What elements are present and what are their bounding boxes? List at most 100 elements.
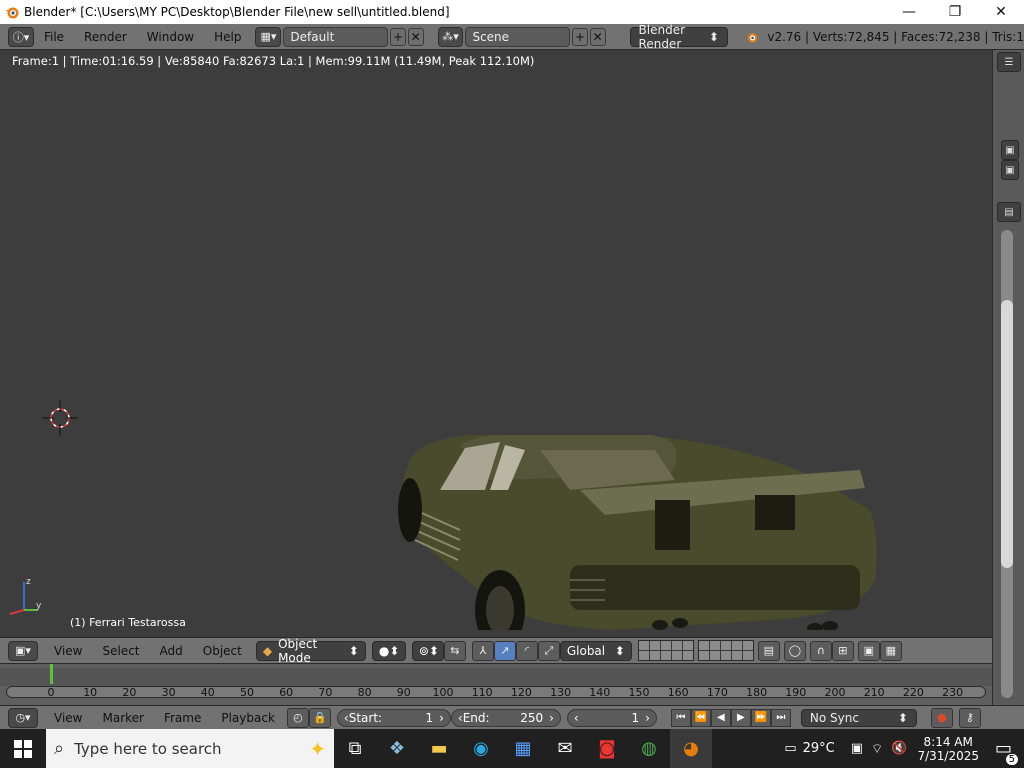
layout-name-field[interactable]: Default: [283, 26, 389, 47]
properties-scroll-thumb[interactable]: [1001, 300, 1013, 568]
taskbar-search-box[interactable]: ⌕ Type here to search ✦: [46, 729, 334, 768]
chrome-button[interactable]: ◍: [628, 729, 670, 768]
jump-end-button[interactable]: ⏭: [770, 708, 791, 727]
meet-icon[interactable]: ▣: [851, 741, 863, 756]
blender-logo-icon: [747, 32, 758, 43]
start-label: Start:: [348, 710, 383, 725]
object-cube-icon: ◆: [262, 643, 273, 658]
layers-grid-right[interactable]: [697, 640, 754, 661]
menu-window[interactable]: Window: [137, 30, 204, 44]
start-button[interactable]: [0, 729, 46, 768]
timeline-track[interactable]: [0, 668, 992, 686]
render-toggle[interactable]: ▣: [1001, 160, 1019, 180]
updown-arrow-icon: ⬍: [708, 29, 719, 44]
render-engine-dropdown[interactable]: Blender Render ⬍: [629, 23, 728, 51]
manipulator-toggle[interactable]: ⇆: [443, 640, 466, 661]
app-red-icon: ◙: [598, 738, 616, 759]
current-frame-marker[interactable]: [50, 664, 53, 684]
start-frame-field[interactable]: ‹ Start: 1 ›: [336, 708, 451, 727]
scale-manipulator-button[interactable]: ⤢: [537, 640, 560, 661]
preview-range-toggle[interactable]: ◴: [286, 707, 309, 728]
mail-button[interactable]: ✉: [544, 729, 586, 768]
timeline-editor-button[interactable]: ◷▾: [8, 707, 38, 728]
task-view-button[interactable]: ⧉: [334, 729, 376, 768]
weather-temp[interactable]: 29°C: [803, 741, 835, 756]
clock[interactable]: 8:14 AM 7/31/2025: [917, 735, 979, 763]
3d-viewport[interactable]: Frame:1 | Time:01:16.59 | Ve:85840 Fa:82…: [0, 50, 992, 637]
translate-manipulator-button[interactable]: ↗: [493, 640, 516, 661]
menu-render[interactable]: Render: [74, 30, 137, 44]
menu-select[interactable]: Select: [92, 644, 149, 658]
copilot-button[interactable]: ❖: [376, 729, 418, 768]
mail-icon: ✉: [557, 738, 573, 759]
sync-mode-dropdown[interactable]: No Sync ⬍: [800, 708, 917, 727]
keying-set-button[interactable]: ⚷: [958, 707, 981, 728]
properties-strip: ☰ ▣ ▣ ▤: [992, 50, 1024, 705]
timeline-tick-label: 90: [396, 686, 411, 699]
auto-keying-toggle[interactable]: ●: [930, 707, 953, 728]
lock-camera-layers-toggle[interactable]: ▤: [757, 640, 780, 661]
menu-timeline-view[interactable]: View: [44, 711, 92, 725]
close-button[interactable]: ✕: [978, 0, 1024, 24]
end-frame-field[interactable]: ‹ End: 250 ›: [450, 708, 561, 727]
pivot-point-dropdown[interactable]: ⊚⬍: [411, 640, 444, 661]
jump-start-button[interactable]: ⏮: [670, 708, 691, 727]
lock-range-toggle[interactable]: 🔒: [308, 707, 331, 728]
snap-toggle[interactable]: ∩: [809, 640, 832, 661]
add-scene-button[interactable]: +: [572, 27, 588, 46]
camera-icon: ▣: [863, 644, 875, 657]
notifications-button[interactable]: ▭ 5: [995, 738, 1018, 765]
blender-logo-icon: [5, 7, 19, 19]
task-view-icon: ⧉: [348, 738, 362, 759]
delete-layout-button[interactable]: ✕: [407, 27, 424, 46]
menu-marker[interactable]: Marker: [92, 711, 153, 725]
next-keyframe-button[interactable]: ⏩: [750, 708, 771, 727]
play-button[interactable]: ▶: [730, 708, 751, 727]
current-frame-field[interactable]: ‹ 1 ›: [566, 708, 657, 727]
render-layer-toggle[interactable]: ▣: [1001, 140, 1019, 160]
play-reverse-button[interactable]: ◀: [710, 708, 731, 727]
search-placeholder: Type here to search: [74, 739, 222, 758]
snap-element-dropdown[interactable]: ⊞: [831, 640, 854, 661]
minimize-button[interactable]: —: [886, 0, 932, 24]
menu-playback[interactable]: Playback: [211, 711, 285, 725]
rotate-manipulator-button[interactable]: ◜: [515, 640, 538, 661]
menu-object[interactable]: Object: [193, 644, 252, 658]
menu-help[interactable]: Help: [204, 30, 251, 44]
menu-add[interactable]: Add: [150, 644, 193, 658]
scene-browse-button[interactable]: ⁂▾: [437, 26, 464, 47]
clock-date: 7/31/2025: [917, 748, 979, 763]
edge-browser-button[interactable]: ◉: [460, 729, 502, 768]
render-animation-button[interactable]: ▦: [879, 640, 902, 661]
transform-orientation-dropdown[interactable]: Global ⬍: [559, 640, 632, 661]
scene-name-field[interactable]: Scene: [465, 26, 571, 47]
add-layout-button[interactable]: +: [390, 27, 406, 46]
viewport-shading-dropdown[interactable]: ●⬍: [371, 640, 406, 661]
properties-editor-button[interactable]: ▤: [997, 202, 1021, 222]
interaction-mode-dropdown[interactable]: ◆ Object Mode ⬍: [255, 637, 366, 665]
delete-scene-button[interactable]: ✕: [589, 27, 606, 46]
layout-browse-button[interactable]: ▦▾: [255, 26, 282, 47]
outliner-editor-button[interactable]: ☰: [997, 52, 1021, 72]
render-button[interactable]: ▣: [857, 640, 880, 661]
app-red-button[interactable]: ◙: [586, 729, 628, 768]
wifi-icon[interactable]: ⌔: [871, 741, 883, 757]
maximize-button[interactable]: ❐: [932, 0, 978, 24]
right-arrow-icon: ›: [439, 710, 444, 725]
transform-manipulator-toggle[interactable]: ⅄: [471, 640, 494, 661]
store-button[interactable]: ▦: [502, 729, 544, 768]
menu-view[interactable]: View: [44, 644, 92, 658]
editor-type-button[interactable]: ⓘ▾: [8, 26, 34, 47]
menu-frame[interactable]: Frame: [154, 711, 211, 725]
3d-view-header: ▣▾ View Select Add Object ◆ Object Mode …: [0, 637, 992, 665]
layers-grid-left[interactable]: [637, 640, 694, 661]
volume-icon[interactable]: 🔇: [891, 741, 907, 756]
timeline-editor[interactable]: 0 10 20 30 40 50 60 70 80 90 100 110 120 130 140 150 160…: [0, 663, 992, 705]
viewport-info-text: Frame:1 | Time:01:16.59 | Ve:85840 Fa:82…: [12, 54, 535, 68]
menu-file[interactable]: File: [34, 30, 74, 44]
blender-taskbar-button[interactable]: ◕: [670, 729, 712, 768]
proportional-edit-toggle[interactable]: ◯: [783, 640, 806, 661]
prev-keyframe-button[interactable]: ⏪: [690, 708, 711, 727]
file-explorer-button[interactable]: ▬: [418, 729, 460, 768]
3d-view-editor-button[interactable]: ▣▾: [8, 640, 38, 661]
